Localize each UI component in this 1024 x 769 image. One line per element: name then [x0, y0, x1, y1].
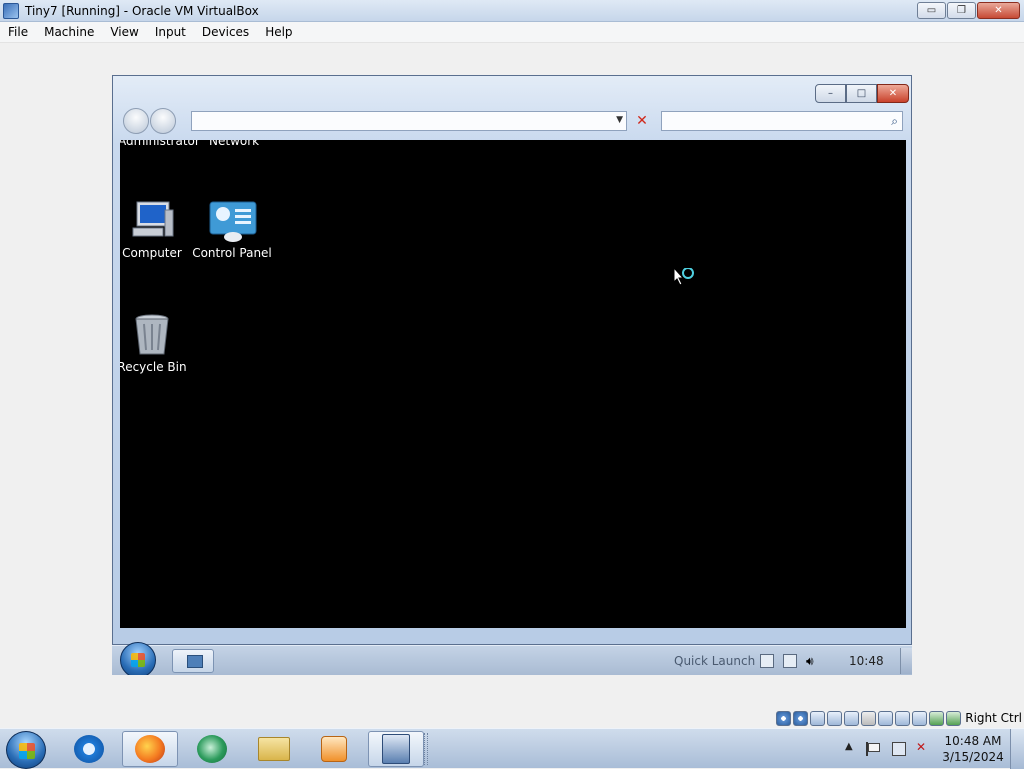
menu-devices[interactable]: Devices [194, 25, 257, 39]
address-dropdown-icon[interactable]: ▼ [616, 115, 623, 125]
guest-tray-volume-icon[interactable]: 🔊︎ [806, 654, 820, 668]
stop-icon[interactable]: ✕ [631, 111, 653, 131]
desktop-icon-control-panel-label: Control Panel [192, 246, 272, 260]
taskbar-virtualbox[interactable] [368, 731, 424, 767]
search-icon[interactable]: ⌕ [891, 114, 898, 129]
busy-cursor-icon [673, 266, 698, 295]
forward-button[interactable] [150, 108, 176, 134]
guest-show-desktop-button[interactable] [900, 648, 912, 674]
menu-machine[interactable]: Machine [36, 25, 102, 39]
virtualbox-status-bar: Right Ctrl [776, 708, 1024, 728]
host-menu-bar: File Machine View Input Devices Help [0, 22, 1024, 43]
host-window-title: Tiny7 [Running] - Oracle VM VirtualBox [25, 3, 259, 18]
guest-clock[interactable]: 10:48 [849, 654, 884, 668]
taskbar-messenger[interactable] [184, 731, 240, 767]
host-maximize-button[interactable]: ❐ [947, 2, 976, 19]
messenger-icon [197, 735, 227, 763]
host-clock-time: 10:48 AM [944, 734, 1002, 748]
computer-icon [129, 200, 175, 242]
guest-start-button[interactable] [120, 642, 156, 675]
guest-tray-network-icon[interactable] [783, 654, 797, 668]
host-title-bar: Tiny7 [Running] - Oracle VM VirtualBox ▭… [0, 0, 1024, 22]
guest-taskbar-window-button[interactable] [172, 649, 214, 673]
menu-input[interactable]: Input [147, 25, 194, 39]
guest-desktop[interactable]: Administrator Network Computer Control P… [120, 140, 906, 628]
network-tray-icon[interactable] [892, 742, 906, 756]
internet-explorer-icon [74, 735, 104, 763]
host-close-button[interactable]: ✕ [977, 2, 1020, 19]
desktop-icon-computer-label: Computer [122, 246, 182, 260]
virtualbox-app-icon [3, 2, 19, 19]
menu-file[interactable]: File [0, 25, 36, 39]
display-icon[interactable] [878, 710, 894, 726]
desktop-icon-administrator-label[interactable]: Administrator [120, 140, 200, 148]
desktop-icon-control-panel[interactable]: Control Panel [192, 200, 272, 260]
host-key-label: Right Ctrl [965, 711, 1022, 725]
guest-maximize-button[interactable]: □ [846, 84, 877, 103]
host-start-button[interactable] [6, 731, 46, 769]
recycle-bin-icon [129, 314, 175, 356]
media-player-icon [321, 736, 347, 762]
show-hidden-icons-button[interactable]: ▲ [845, 741, 859, 755]
address-bar[interactable]: ▼ [191, 111, 627, 131]
action-center-flag-icon[interactable] [866, 742, 880, 756]
menu-help[interactable]: Help [257, 25, 300, 39]
guest-minimize-button[interactable]: – [815, 84, 846, 103]
desktop-icon-recycle-bin-label: Recycle Bin [120, 360, 187, 374]
keyboard-icon[interactable] [946, 710, 962, 726]
guest-explorer-window: – □ ✕ ▼ ✕ ⌕ Administrator Network Comput… [112, 75, 912, 645]
taskbar-firefox[interactable] [122, 731, 178, 767]
control-panel-icon [209, 200, 257, 242]
audio-icon[interactable] [810, 710, 826, 726]
quick-launch-label[interactable]: Quick Launch [674, 654, 755, 668]
folder-icon [258, 737, 290, 761]
guest-taskbar: Quick Launch 🔊︎ 10:48 [112, 642, 912, 675]
mouse-integration-icon[interactable] [929, 710, 945, 726]
desktop-icon-network-label[interactable]: Network [209, 140, 259, 148]
volume-muted-icon[interactable]: ✕ [916, 740, 930, 754]
guest-tray-document-icon[interactable] [760, 654, 774, 668]
host-clock[interactable]: 10:48 AM 3/15/2024 [940, 733, 1006, 765]
taskbar-internet-explorer[interactable] [61, 731, 117, 767]
recording-icon[interactable] [895, 710, 911, 726]
cpu-icon[interactable] [912, 710, 928, 726]
desktop-icon-recycle-bin[interactable]: Recycle Bin [120, 314, 192, 374]
host-minimize-button[interactable]: ▭ [917, 2, 946, 19]
taskbar-separator [424, 733, 428, 765]
desktop-icon-computer[interactable]: Computer [120, 200, 192, 260]
virtualbox-icon [382, 734, 410, 764]
hard-disk-icon[interactable] [776, 710, 792, 726]
taskbar-windows-explorer[interactable] [246, 731, 302, 767]
menu-view[interactable]: View [102, 25, 146, 39]
firefox-icon [135, 735, 165, 763]
search-input[interactable]: ⌕ [661, 111, 903, 131]
usb-icon[interactable] [844, 710, 860, 726]
network-icon[interactable] [827, 710, 843, 726]
host-show-desktop-button[interactable] [1010, 729, 1024, 769]
host-taskbar: ▲ ✕ 10:48 AM 3/15/2024 [0, 728, 1024, 769]
back-button[interactable] [123, 108, 149, 134]
guest-screen[interactable]: – □ ✕ ▼ ✕ ⌕ Administrator Network Comput… [112, 75, 912, 675]
optical-drive-icon[interactable] [793, 710, 809, 726]
taskbar-media-player[interactable] [306, 731, 362, 767]
host-clock-date: 3/15/2024 [942, 750, 1004, 764]
guest-close-button[interactable]: ✕ [877, 84, 909, 103]
shared-folders-icon[interactable] [861, 710, 877, 726]
